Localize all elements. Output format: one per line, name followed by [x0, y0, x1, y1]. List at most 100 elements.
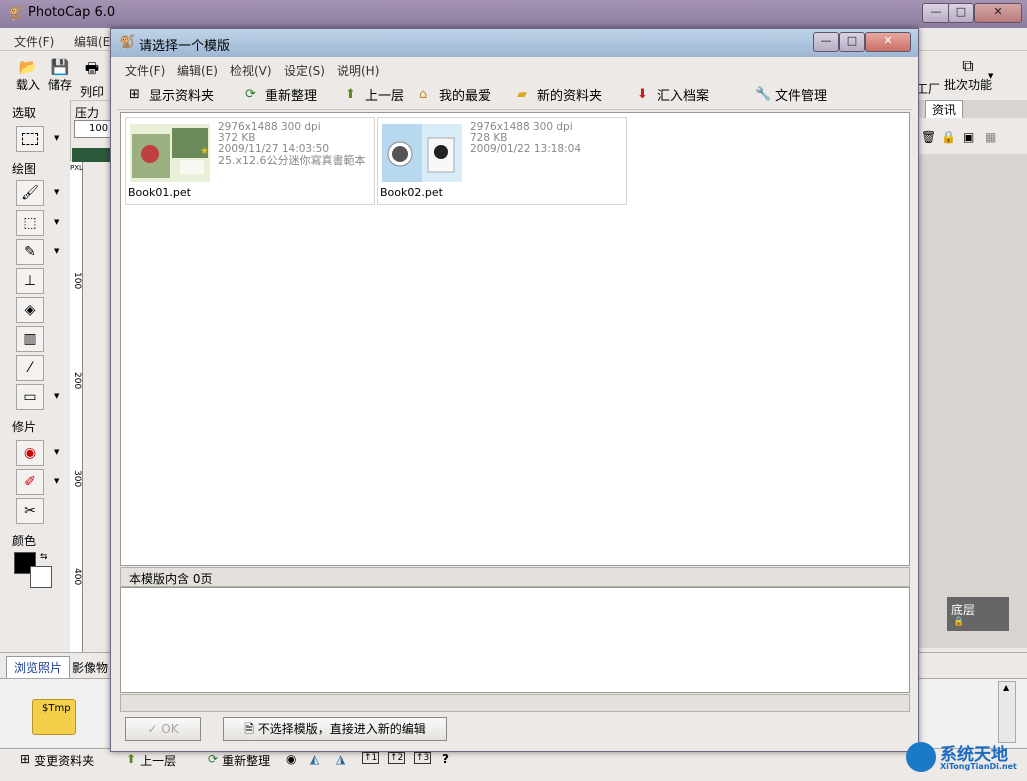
- ruler-tick-400: 400: [72, 568, 82, 586]
- watermark-url: XiTongTianDi.net: [940, 762, 1017, 771]
- app-title: PhotoCap 6.0: [28, 5, 116, 20]
- ruler-unit: PXL: [70, 164, 83, 172]
- browser-scrollbar[interactable]: ▲: [998, 681, 1016, 743]
- swap-colors-icon[interactable]: ⇆: [40, 552, 48, 562]
- tab-image-objects[interactable]: 影像物: [72, 658, 112, 678]
- load-button[interactable]: 📂 载入: [14, 58, 42, 93]
- rectangle-shape-icon: ▭: [23, 389, 37, 405]
- color-label: 颜色: [12, 534, 37, 548]
- sort-3-icon[interactable]: ↑3: [414, 752, 432, 764]
- lock-icon[interactable]: 🔒: [941, 130, 956, 144]
- dialog-minimize-button[interactable]: —: [813, 32, 839, 52]
- svg-text:★: ★: [200, 146, 209, 157]
- status-refresh-button[interactable]: ⟳ 重新整理: [208, 752, 270, 769]
- gradient-tool[interactable]: ▥: [16, 326, 44, 352]
- dialog-title: 请选择一个模版: [139, 39, 231, 54]
- brush-tool[interactable]: 🖌: [16, 180, 44, 206]
- sort-1-icon[interactable]: ↑1: [362, 752, 380, 764]
- change-folder-button[interactable]: ⊞ 变更资料夹: [20, 752, 94, 769]
- background-color-swatch[interactable]: [30, 566, 52, 588]
- book02-thumbnail: [382, 124, 462, 182]
- dialog-scrollbar[interactable]: [120, 694, 910, 712]
- monitor-icon[interactable]: ▣: [963, 130, 974, 144]
- ok-button[interactable]: ✓ OK: [125, 717, 201, 741]
- status-up-button[interactable]: ⬆ 上一层: [126, 752, 176, 769]
- redeye-tool[interactable]: ◉: [16, 440, 44, 466]
- document-icon: 🗎: [244, 722, 258, 736]
- print-button[interactable]: 🖶 列印: [78, 58, 106, 100]
- favorites-button[interactable]: ⌂ 我的最爱: [419, 85, 491, 105]
- eraser-tool[interactable]: ⬚: [16, 210, 44, 236]
- new-folder-button[interactable]: ▰ 新的资料夹: [517, 85, 602, 105]
- factory-button[interactable]: 工厂: [916, 80, 940, 97]
- sort-a-icon[interactable]: ◭: [310, 752, 319, 766]
- stamp-tool[interactable]: ⊥: [16, 268, 44, 294]
- view-eye-icon[interactable]: ◉: [286, 752, 296, 766]
- up-level-button[interactable]: ⬆ 上一层: [345, 85, 404, 105]
- minimize-button[interactable]: —: [922, 3, 950, 23]
- up-arrow-icon: ⬆: [126, 752, 137, 766]
- watermark-logo: 系统天地 XiTongTianDi.net: [906, 738, 1024, 778]
- right-panel: 资讯 🗑 🔒 ▣ ▦ 底层 🔒: [917, 100, 1027, 648]
- folder-tmp[interactable]: $Tmp: [14, 685, 94, 743]
- dialog-menu-file[interactable]: 文件(F): [125, 62, 165, 79]
- printer-icon: 🖶: [84, 59, 100, 77]
- dialog-menu-edit[interactable]: 编辑(E): [177, 62, 218, 79]
- save-button[interactable]: 💾 储存: [46, 58, 74, 93]
- help-icon[interactable]: ?: [442, 752, 449, 766]
- shape-tool[interactable]: ▭: [16, 384, 44, 410]
- clone-tool[interactable]: ✂: [16, 498, 44, 524]
- gradient-icon: ▥: [23, 331, 37, 347]
- batch-dropdown-icon[interactable]: ▼: [988, 72, 993, 80]
- redeye-dropdown-icon[interactable]: ▼: [54, 448, 59, 456]
- tab-info[interactable]: 资讯: [925, 100, 963, 119]
- pencil-dropdown-icon[interactable]: ▼: [54, 247, 59, 255]
- menu-file[interactable]: 文件(F): [14, 33, 54, 50]
- fill-tool[interactable]: ◈: [16, 297, 44, 323]
- pencil-tool[interactable]: ✎: [16, 239, 44, 265]
- template-card-book02[interactable]: 2976x1488 300 dpi 728 KB 2009/01/22 13:1…: [377, 117, 627, 205]
- rect-select-tool[interactable]: [16, 126, 44, 152]
- dialog-maximize-button[interactable]: □: [839, 32, 865, 52]
- eyedropper-icon: ⁄: [28, 360, 32, 376]
- pressure-label: 压力: [75, 106, 100, 120]
- ruler-tick-200: 200: [72, 372, 82, 390]
- status-up-label: 上一层: [140, 754, 177, 768]
- base-layer-thumb[interactable]: 底层 🔒: [947, 597, 1009, 631]
- menu-edit[interactable]: 编辑(E: [74, 33, 110, 50]
- skip-template-button[interactable]: 🗎 不选择模版，直接进入新的编辑: [223, 717, 447, 741]
- select-label: 选取: [12, 106, 37, 120]
- layers-icon[interactable]: ▦: [985, 130, 996, 144]
- dialog-menu-help[interactable]: 说明(H): [337, 62, 379, 79]
- save-label: 储存: [47, 78, 72, 92]
- heal-tool[interactable]: ✐: [16, 469, 44, 495]
- sort-2-icon[interactable]: ↑2: [388, 752, 406, 764]
- scissors-icon: ✂: [24, 503, 36, 519]
- sort-b-icon[interactable]: ◮: [336, 752, 345, 766]
- heal-dropdown-icon[interactable]: ▼: [54, 477, 59, 485]
- scroll-up-icon[interactable]: ▲: [1003, 683, 1009, 692]
- tab-browse-photos[interactable]: 浏览照片: [6, 656, 70, 679]
- eyedropper-tool[interactable]: ⁄: [16, 355, 44, 381]
- refresh-button[interactable]: ⟳ 重新整理: [245, 85, 317, 105]
- check-icon: ✓: [147, 722, 162, 736]
- brush-dropdown-icon[interactable]: ▼: [54, 188, 59, 196]
- eraser-icon: ⬚: [23, 215, 37, 231]
- template-card-book01[interactable]: ★ 2976x1488 300 dpi 372 KB 2009/11/27 14…: [125, 117, 375, 205]
- file-manage-button[interactable]: 🔧 文件管理: [755, 85, 827, 105]
- show-folder-button[interactable]: ⊞ 显示资料夹: [129, 85, 215, 105]
- dialog-close-button[interactable]: ✕: [865, 32, 911, 52]
- dialog-menu-view[interactable]: 检视(V): [230, 62, 272, 79]
- import-file-button[interactable]: ⬇ 汇入档案: [637, 85, 709, 105]
- ruler-tick-100: 100: [72, 272, 82, 290]
- dialog-menu-settings[interactable]: 设定(S): [284, 62, 325, 79]
- shape-dropdown-icon[interactable]: ▼: [54, 392, 59, 400]
- eraser-dropdown-icon[interactable]: ▼: [54, 218, 59, 226]
- ruler-toolbar: [72, 148, 110, 162]
- close-button[interactable]: ✕: [974, 3, 1022, 23]
- pressure-input[interactable]: 100: [74, 120, 112, 138]
- trash-icon[interactable]: 🗑: [921, 130, 936, 144]
- show-folder-label: 显示资料夹: [149, 89, 215, 104]
- select-dropdown-icon[interactable]: ▼: [54, 134, 59, 142]
- maximize-button[interactable]: □: [948, 3, 974, 23]
